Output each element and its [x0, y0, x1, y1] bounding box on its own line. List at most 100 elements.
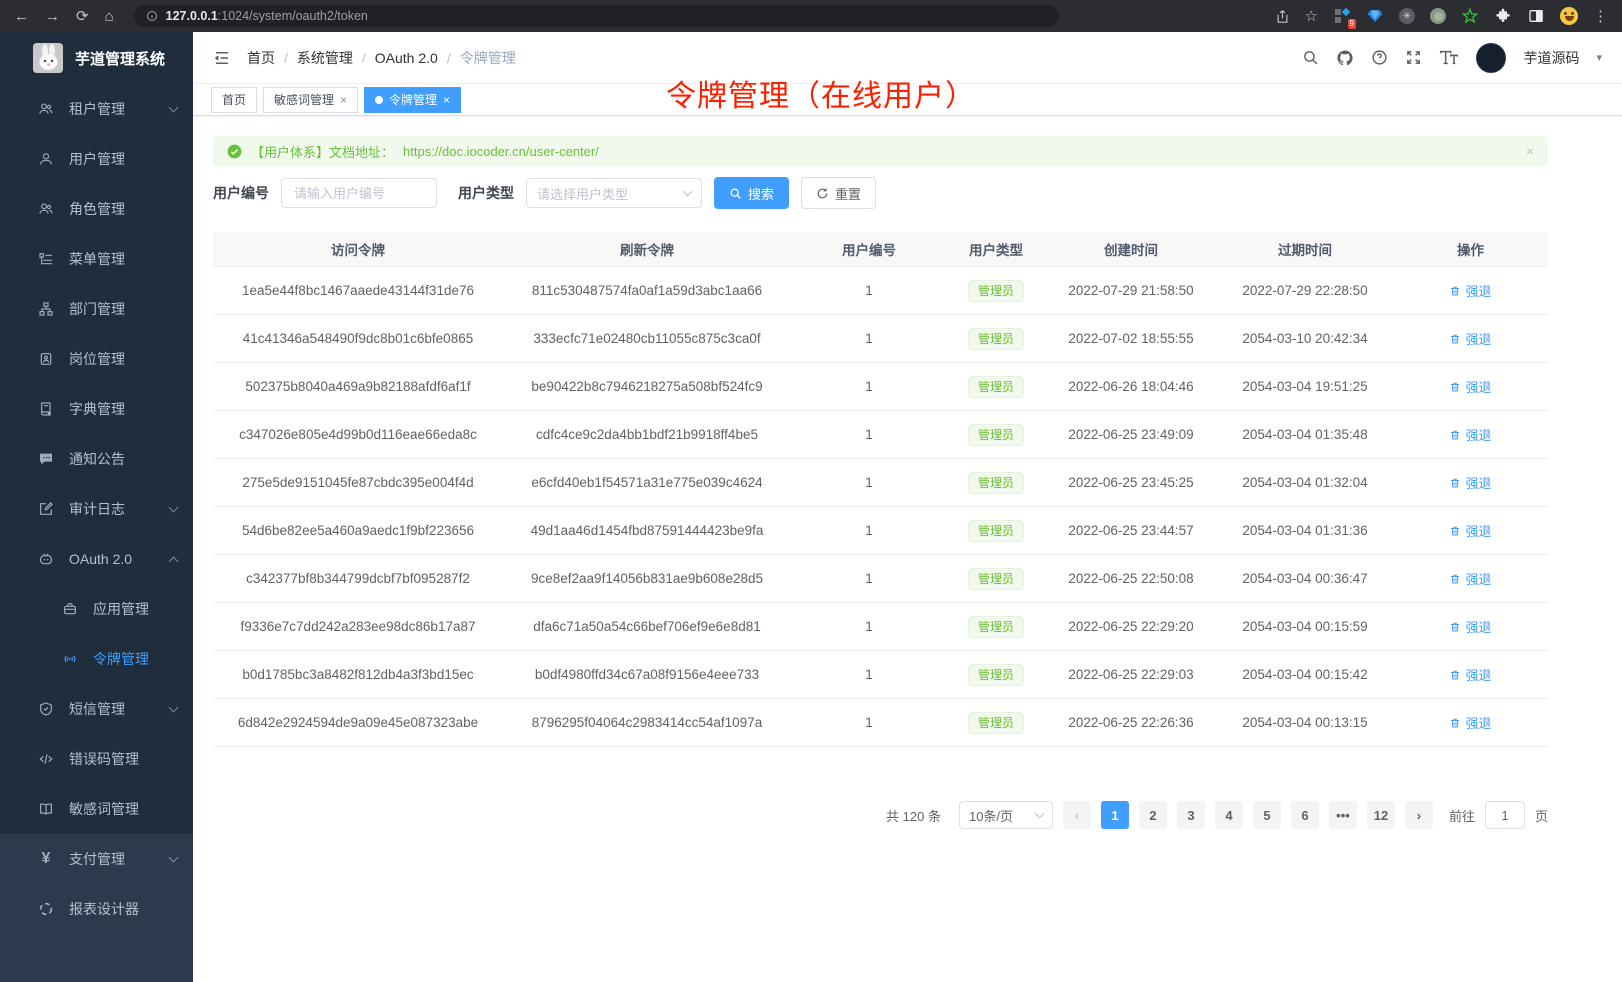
- force-logout-button[interactable]: 强退: [1449, 569, 1491, 588]
- sidebar-item-menu[interactable]: 菜单管理: [0, 234, 193, 284]
- cell-created: 2022-06-25 22:29:03: [1045, 667, 1217, 682]
- reset-button[interactable]: 重置: [801, 177, 876, 209]
- sidebar-item-oauth[interactable]: OAuth 2.0: [0, 534, 193, 584]
- jump-suffix: 页: [1535, 806, 1548, 825]
- cell-access-token: b0d1785bc3a8482f812db4a3f3bd15ec: [213, 667, 503, 682]
- breadcrumb-current: 令牌管理: [460, 48, 516, 68]
- extension-tampermonkey-icon[interactable]: 9: [1333, 7, 1351, 25]
- forward-icon[interactable]: →: [45, 9, 60, 24]
- page-button-6[interactable]: 6: [1291, 801, 1319, 829]
- cell-user-type: 管理员: [947, 568, 1045, 590]
- sidebar-item-sms[interactable]: 短信管理: [0, 684, 193, 734]
- force-logout-button[interactable]: 强退: [1449, 281, 1491, 300]
- cell-expires: 2022-07-29 22:28:50: [1217, 283, 1393, 298]
- sidebar-item-role[interactable]: 角色管理: [0, 184, 193, 234]
- sidebar-item-user[interactable]: 用户管理: [0, 134, 193, 184]
- jump-page-input[interactable]: [1485, 801, 1525, 829]
- sidebar-item-oauth-app[interactable]: 应用管理: [0, 584, 193, 634]
- tab-token-management[interactable]: 令牌管理 ×: [364, 87, 461, 113]
- page-button-12[interactable]: 12: [1367, 801, 1395, 829]
- tenant-users-icon: [38, 101, 54, 117]
- github-icon[interactable]: [1336, 49, 1354, 67]
- extension-gem-icon[interactable]: [1366, 7, 1384, 25]
- user-type-select[interactable]: 请选择用户类型: [526, 178, 702, 208]
- search-icon[interactable]: [1302, 49, 1319, 66]
- home-icon[interactable]: ⌂: [105, 9, 114, 24]
- extension-gray-circle-icon[interactable]: [1430, 8, 1446, 24]
- force-logout-button[interactable]: 强退: [1449, 329, 1491, 348]
- next-page-button[interactable]: ›: [1405, 801, 1433, 829]
- sidebar-item-errcode[interactable]: 错误码管理: [0, 734, 193, 784]
- reload-icon[interactable]: ⟳: [76, 9, 89, 24]
- alert-close-icon[interactable]: ×: [1526, 143, 1534, 159]
- tab-home[interactable]: 首页: [211, 87, 257, 113]
- force-logout-button[interactable]: 强退: [1449, 521, 1491, 540]
- sidebar-item-tenant[interactable]: 租户管理: [0, 84, 193, 134]
- user-type-tag: 管理员: [968, 616, 1024, 638]
- fullscreen-icon[interactable]: [1405, 49, 1422, 66]
- user-type-tag: 管理员: [968, 328, 1024, 350]
- chevron-down-icon: [169, 702, 179, 712]
- avatar[interactable]: [1476, 43, 1506, 73]
- sidebar-item-audit-log[interactable]: 审计日志: [0, 484, 193, 534]
- user-id-input[interactable]: [281, 178, 437, 208]
- breadcrumb-oauth[interactable]: OAuth 2.0: [375, 50, 438, 66]
- force-logout-button[interactable]: 强退: [1449, 665, 1491, 684]
- back-icon[interactable]: ←: [14, 9, 29, 24]
- sidebar-item-dept[interactable]: 部门管理: [0, 284, 193, 334]
- close-icon[interactable]: ×: [340, 93, 347, 107]
- page-button-2[interactable]: 2: [1139, 801, 1167, 829]
- sidebar-item-post[interactable]: 岗位管理: [0, 334, 193, 384]
- cell-access-token: 6d842e2924594de9a09e45e087323abe: [213, 715, 503, 730]
- prev-page-button[interactable]: ‹: [1063, 801, 1091, 829]
- user-caret-icon[interactable]: ▾: [1596, 51, 1602, 64]
- page-button-3[interactable]: 3: [1177, 801, 1205, 829]
- force-logout-button[interactable]: 强退: [1449, 617, 1491, 636]
- sidebar-item-label: 岗位管理: [69, 349, 125, 369]
- extensions-puzzle-icon[interactable]: [1494, 7, 1512, 25]
- pay-yen-icon: ¥: [38, 851, 54, 867]
- page-button-4[interactable]: 4: [1215, 801, 1243, 829]
- breadcrumb: 首页 / 系统管理 / OAuth 2.0 / 令牌管理: [247, 48, 516, 68]
- search-button[interactable]: 搜索: [714, 177, 789, 209]
- bookmark-star-icon[interactable]: ☆: [1305, 9, 1318, 24]
- sidebar-item-oauth-token[interactable]: 令牌管理: [0, 634, 193, 684]
- sidebar-item-pay[interactable]: ¥ 支付管理: [0, 834, 193, 884]
- sidebar-item-report[interactable]: 报表设计器: [0, 884, 193, 934]
- page-button-5[interactable]: 5: [1253, 801, 1281, 829]
- force-logout-button[interactable]: 强退: [1449, 377, 1491, 396]
- extension-green-star-icon[interactable]: [1461, 7, 1479, 25]
- force-logout-button[interactable]: 强退: [1449, 713, 1491, 732]
- cell-access-token: 1ea5e44f8bc1467aaede43144f31de76: [213, 283, 503, 298]
- share-icon[interactable]: [1275, 9, 1290, 24]
- profile-emoji-icon[interactable]: [1560, 7, 1578, 25]
- sidebar-item-dict[interactable]: 字典管理: [0, 384, 193, 434]
- alert-doc-link[interactable]: https://doc.iocoder.cn/user-center/: [403, 144, 599, 159]
- cell-action: 强退: [1393, 425, 1548, 444]
- force-logout-button[interactable]: 强退: [1449, 425, 1491, 444]
- page-size-select[interactable]: 10条/页: [959, 801, 1053, 829]
- cell-created: 2022-07-29 21:58:50: [1045, 283, 1217, 298]
- tab-sensitive-words[interactable]: 敏感词管理 ×: [263, 87, 358, 113]
- font-size-icon[interactable]: [1439, 49, 1459, 66]
- trash-icon: [1449, 333, 1461, 345]
- extension-dark-circle-icon[interactable]: ✳: [1399, 8, 1415, 24]
- force-logout-button[interactable]: 强退: [1449, 473, 1491, 492]
- page-button-1[interactable]: 1: [1101, 801, 1129, 829]
- chevron-down-icon: [683, 187, 693, 197]
- breadcrumb-home[interactable]: 首页: [247, 48, 275, 68]
- breadcrumb-separator: /: [447, 50, 451, 66]
- breadcrumb-system[interactable]: 系统管理: [297, 48, 353, 68]
- sidebar-fold-icon[interactable]: [213, 49, 231, 67]
- address-bar[interactable]: 127.0.0.1:1024/system/oauth2/token: [134, 5, 1059, 27]
- help-icon[interactable]: [1371, 49, 1388, 66]
- page-ellipsis[interactable]: •••: [1329, 801, 1357, 829]
- close-icon[interactable]: ×: [443, 93, 450, 107]
- username[interactable]: 芋道源码: [1523, 48, 1579, 68]
- sidebar-toggle-icon[interactable]: [1527, 7, 1545, 25]
- annotation-title: 令牌管理（在线用户）: [666, 71, 976, 115]
- sidebar-item-sensitive[interactable]: 敏感词管理: [0, 784, 193, 834]
- sidebar-item-notice[interactable]: 通知公告: [0, 434, 193, 484]
- browser-menu-icon[interactable]: ⋮: [1593, 9, 1608, 24]
- app-logo-row[interactable]: 芋道管理系统: [0, 32, 193, 84]
